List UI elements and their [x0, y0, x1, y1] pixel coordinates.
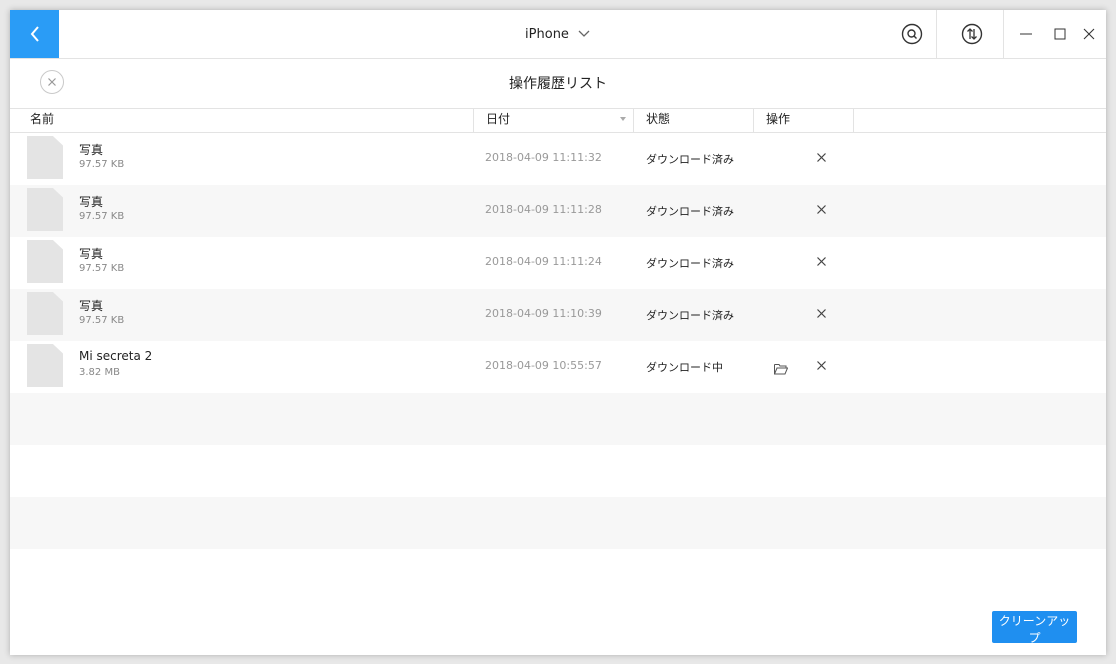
- file-date: 2018-04-09 11:11:24: [485, 255, 602, 268]
- empty-row: [10, 497, 1106, 549]
- file-status: ダウンロード済み: [646, 153, 734, 166]
- file-status: ダウンロード済み: [646, 257, 734, 270]
- page-title: 操作履歴リスト: [509, 76, 607, 92]
- column-header-date[interactable]: 日付: [486, 108, 510, 132]
- file-size: 97.57 KB: [79, 315, 125, 326]
- sort-desc-icon: [620, 117, 626, 121]
- column-header-name[interactable]: 名前: [30, 108, 54, 132]
- cleanup-button[interactable]: クリーンアップ: [992, 611, 1077, 645]
- column-header-action: 操作: [766, 112, 791, 126]
- open-folder-button[interactable]: [774, 360, 789, 375]
- delete-item-button[interactable]: [814, 150, 828, 164]
- close-window-button[interactable]: [1076, 10, 1102, 58]
- file-name: Mi secreta 2: [79, 349, 153, 363]
- minimize-icon: [1020, 33, 1032, 35]
- file-date: 2018-04-09 11:11:28: [485, 203, 602, 216]
- delete-x-icon: [816, 204, 826, 214]
- back-button[interactable]: [10, 10, 59, 58]
- file-date: 2018-04-09 11:11:32: [485, 151, 602, 164]
- delete-item-button[interactable]: [814, 306, 828, 320]
- file-icon: [27, 136, 63, 179]
- close-icon: [1083, 28, 1095, 40]
- file-status: ダウンロード中: [646, 361, 723, 374]
- column-divider: [853, 108, 854, 132]
- file-size: 3.82 MB: [79, 367, 120, 378]
- column-divider: [633, 108, 634, 132]
- column-divider: [473, 108, 474, 132]
- search-icon: [901, 23, 923, 45]
- transfer-icon: [961, 23, 983, 45]
- file-name: 写真: [79, 247, 104, 261]
- history-header: 操作履歴リスト: [10, 59, 1106, 109]
- app-window: iPhone 操作履歴リスト 名前 日付 状態 操作 写真 97.57 KB 2…: [10, 10, 1106, 655]
- delete-item-button[interactable]: [814, 358, 828, 372]
- table-row[interactable]: Mi secreta 2 3.82 MB 2018-04-09 10:55:57 ダウ…: [10, 341, 1106, 393]
- file-date: 2018-04-09 11:10:39: [485, 307, 602, 320]
- column-header-status[interactable]: 状態: [646, 108, 670, 132]
- device-name: iPhone: [525, 26, 569, 42]
- file-size: 97.57 KB: [79, 211, 125, 222]
- delete-x-icon: [816, 360, 826, 370]
- file-date: 2018-04-09 10:55:57: [485, 359, 602, 372]
- file-name: 写真: [79, 195, 104, 209]
- table-row[interactable]: 写真 97.57 KB 2018-04-09 11:10:39 ダウンロード済み: [10, 289, 1106, 341]
- toolbar-separator: [936, 10, 937, 58]
- table-row[interactable]: 写真 97.57 KB 2018-04-09 11:11:28 ダウンロード済み: [10, 185, 1106, 237]
- folder-open-icon: [774, 364, 789, 375]
- chevron-down-icon: [578, 30, 590, 37]
- delete-x-icon: [816, 308, 826, 318]
- file-status: ダウンロード済み: [646, 309, 734, 322]
- history-list: 写真 97.57 KB 2018-04-09 11:11:32 ダウンロード済み 写真 9…: [10, 133, 1106, 549]
- file-icon: [27, 292, 63, 335]
- file-name: 写真: [79, 299, 104, 313]
- minimize-button[interactable]: [1013, 10, 1039, 58]
- file-icon: [27, 188, 63, 231]
- delete-x-icon: [816, 152, 826, 162]
- file-size: 97.57 KB: [79, 159, 125, 170]
- file-icon: [27, 344, 63, 387]
- file-status: ダウンロード済み: [646, 205, 734, 218]
- chevron-left-icon: [30, 26, 39, 42]
- table-row[interactable]: 写真 97.57 KB 2018-04-09 11:11:24 ダウンロード済み: [10, 237, 1106, 289]
- file-size: 97.57 KB: [79, 263, 125, 274]
- maximize-button[interactable]: [1047, 10, 1073, 58]
- delete-item-button[interactable]: [814, 202, 828, 216]
- table-row[interactable]: 写真 97.57 KB 2018-04-09 11:11:32 ダウンロード済み: [10, 133, 1106, 185]
- device-selector[interactable]: iPhone: [525, 27, 591, 42]
- delete-item-button[interactable]: [814, 254, 828, 268]
- delete-x-icon: [816, 256, 826, 266]
- transfer-button[interactable]: [942, 10, 1002, 58]
- title-bar: iPhone: [10, 10, 1106, 59]
- search-button[interactable]: [882, 10, 942, 58]
- file-name: 写真: [79, 143, 104, 157]
- file-icon: [27, 240, 63, 283]
- column-divider: [753, 108, 754, 132]
- toolbar-separator: [1003, 10, 1004, 58]
- table-header: 名前 日付 状態 操作: [10, 108, 1106, 133]
- empty-row: [10, 393, 1106, 445]
- maximize-icon: [1054, 28, 1066, 40]
- empty-row: [10, 445, 1106, 497]
